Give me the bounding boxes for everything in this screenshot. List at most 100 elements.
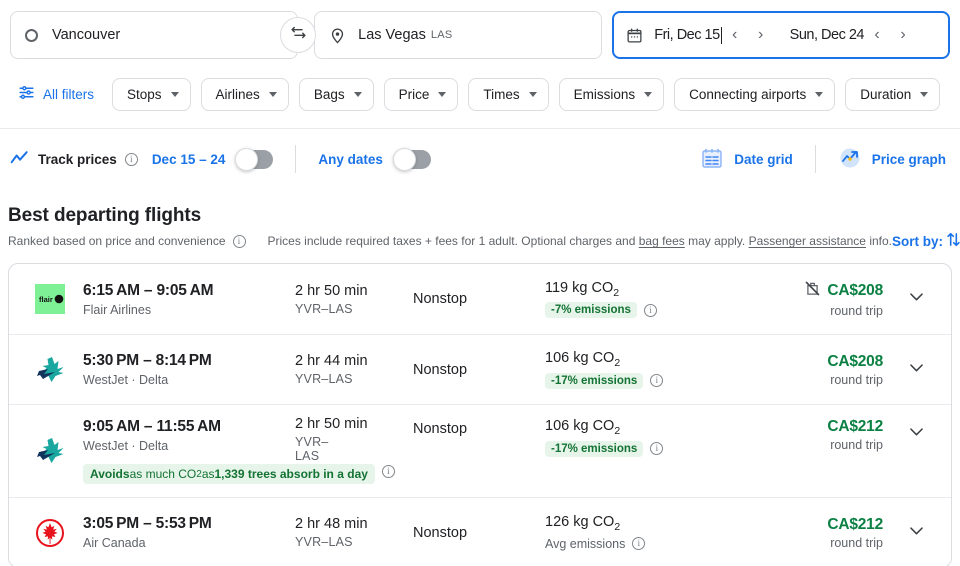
table-row[interactable]: flair 6:15 AM – 9:05 AM Flair Airlines 2… — [9, 264, 951, 334]
date-grid-button[interactable]: Date grid — [700, 146, 793, 173]
fees-note-part-2: may apply. — [684, 234, 749, 248]
info-icon[interactable]: i — [650, 442, 664, 456]
info-icon[interactable]: i — [632, 537, 646, 551]
return-date-group[interactable]: Sun, Dec 24 ‹ › — [790, 21, 916, 49]
table-row[interactable]: 5:30 PM – 8:14 PM WestJet · Delta 2 hr 4… — [9, 334, 951, 404]
flight-price-note: round trip — [830, 372, 883, 387]
flight-emissions-column: 106 kg CO2 -17% emissions i — [545, 350, 720, 389]
table-row[interactable]: 9:05 AM – 11:55 AM WestJet · Delta Avoid… — [9, 404, 951, 497]
departure-date-next-button[interactable]: › — [748, 21, 774, 49]
flight-duration: 2 hr 44 min — [295, 353, 368, 369]
chevron-down-icon — [644, 91, 653, 97]
flight-price-note: round trip — [830, 304, 883, 318]
price-graph-icon — [838, 146, 862, 173]
info-icon[interactable]: i — [643, 303, 657, 317]
filter-chip-bags[interactable]: Bags — [298, 77, 374, 111]
info-icon[interactable]: i — [381, 464, 395, 478]
flight-time-column: 5:30 PM – 8:14 PM WestJet · Delta — [83, 352, 295, 387]
flight-times: 3:05 PM – 5:53 PM — [83, 515, 212, 532]
expand-flight-button[interactable] — [897, 287, 935, 311]
filter-chip-stops[interactable]: Stops — [112, 77, 191, 111]
fees-note-part-3: info. — [865, 234, 892, 248]
swap-origin-destination-button[interactable] — [280, 17, 317, 53]
departure-date-value: Fri, Dec 15 — [654, 27, 720, 43]
return-date-next-button[interactable]: › — [890, 21, 916, 49]
chevron-down-icon — [920, 91, 929, 97]
flight-duration: 2 hr 50 min — [295, 282, 368, 299]
flight-co2-value: 119 kg CO — [545, 279, 614, 296]
date-range-input[interactable]: Fri, Dec 15 ‹ › Sun, Dec 24 ‹ › — [612, 11, 950, 59]
expand-flight-button[interactable] — [897, 358, 935, 382]
flight-price-note: round trip — [830, 535, 883, 550]
sort-arrows-icon — [946, 231, 960, 251]
table-row[interactable]: 3:05 PM – 5:53 PM Air Canada 2 hr 48 min… — [9, 497, 951, 566]
passenger-assistance-link[interactable]: Passenger assistance — [749, 234, 866, 248]
date-grid-label: Date grid — [734, 151, 793, 167]
flight-price-column: CA$212 round trip — [827, 418, 883, 452]
emissions-badge: -7% emissions — [545, 302, 637, 319]
filter-chip-price[interactable]: Price — [383, 77, 459, 111]
co2-subscript: 2 — [614, 520, 621, 533]
sort-by-button[interactable]: Sort by: — [892, 231, 960, 251]
track-date-range-toggle[interactable] — [235, 147, 274, 171]
info-icon[interactable]: i — [650, 374, 664, 388]
expand-flight-button[interactable] — [897, 422, 935, 446]
filter-chip-label: Emissions — [573, 86, 636, 102]
chevron-down-icon — [907, 358, 926, 382]
filter-chip-emissions[interactable]: Emissions — [558, 77, 665, 111]
flight-price: CA$208 — [827, 282, 883, 299]
chevron-down-icon — [815, 91, 824, 97]
flight-times: 6:15 AM – 9:05 AM — [83, 281, 214, 299]
flight-duration-column: 2 hr 48 min YVR–LAS — [295, 516, 413, 549]
origin-input[interactable]: Vancouver — [10, 11, 299, 59]
filter-chip-times[interactable]: Times — [468, 77, 549, 111]
info-icon[interactable]: i — [232, 234, 246, 248]
track-date-range-label: Dec 15 – 24 — [151, 151, 226, 167]
chevron-down-icon — [353, 91, 362, 97]
circle-icon — [25, 28, 38, 42]
expand-flight-button[interactable] — [897, 521, 935, 545]
flight-duration: 2 hr 48 min — [295, 516, 368, 532]
destination-input[interactable]: Las Vegas LAS — [314, 11, 603, 59]
flight-co2-value: 106 kg CO — [545, 418, 615, 434]
co2-subscript: 2 — [613, 286, 620, 299]
chevron-down-icon — [907, 422, 926, 446]
price-graph-label: Price graph — [871, 151, 946, 167]
trees-absorb-badge: Avoids as much CO 2 as 1,339 trees absorb… — [83, 464, 375, 484]
chevron-down-icon — [907, 521, 926, 545]
flight-stops: Nonstop — [413, 291, 468, 307]
svg-text:flair: flair — [39, 295, 53, 304]
flight-price-column: CA$208 round trip — [804, 280, 883, 318]
info-icon[interactable]: i — [124, 152, 138, 166]
departure-date-prev-button[interactable]: ‹ — [722, 21, 748, 49]
bag-fees-link[interactable]: bag fees — [639, 234, 685, 248]
price-graph-button[interactable]: Price graph — [838, 146, 946, 173]
return-date-prev-button[interactable]: ‹ — [864, 21, 890, 49]
trees-badge-mid: as much CO — [129, 467, 197, 481]
flight-emissions-column: 106 kg CO2 -17% emissions i — [545, 418, 720, 457]
flights-results-page: Vancouver Las Vegas LAS Fri, Dec 15 ‹ › … — [0, 0, 960, 566]
return-date-value: Sun, Dec 24 — [789, 27, 865, 43]
filter-chip-label: Connecting airports — [689, 86, 807, 102]
flight-route: YVR–LAS — [295, 434, 329, 463]
ranked-note: Ranked based on price and convenience i — [8, 234, 246, 248]
flight-price-column: CA$208 round trip — [827, 353, 883, 387]
filter-chips-bar: All filters Stops Airlines Bags Price Ti… — [0, 62, 960, 114]
emissions-badge: -17% emissions — [545, 440, 644, 457]
departure-date-group[interactable]: Fri, Dec 15 ‹ › — [654, 21, 773, 49]
filter-chip-label: Airlines — [215, 86, 260, 102]
any-dates-toggle[interactable] — [392, 147, 431, 171]
trees-badge-lead: Avoids — [90, 467, 130, 481]
flight-price: CA$212 — [827, 418, 883, 435]
filter-chip-connecting-airports[interactable]: Connecting airports — [674, 77, 836, 111]
all-filters-button[interactable]: All filters — [18, 84, 94, 104]
filter-chip-duration[interactable]: Duration — [845, 77, 941, 111]
flight-airline: WestJet · Delta — [83, 373, 169, 387]
chevron-down-icon — [438, 91, 447, 97]
flight-duration-column: 2 hr 50 min YVR–LAS — [295, 283, 413, 316]
track-prices-label: Track prices — [38, 151, 117, 167]
flight-co2-value: 126 kg CO — [545, 514, 615, 531]
filter-chip-airlines[interactable]: Airlines — [200, 77, 289, 111]
destination-airport-code: LAS — [430, 29, 453, 41]
destination-value: Las Vegas — [358, 27, 426, 43]
